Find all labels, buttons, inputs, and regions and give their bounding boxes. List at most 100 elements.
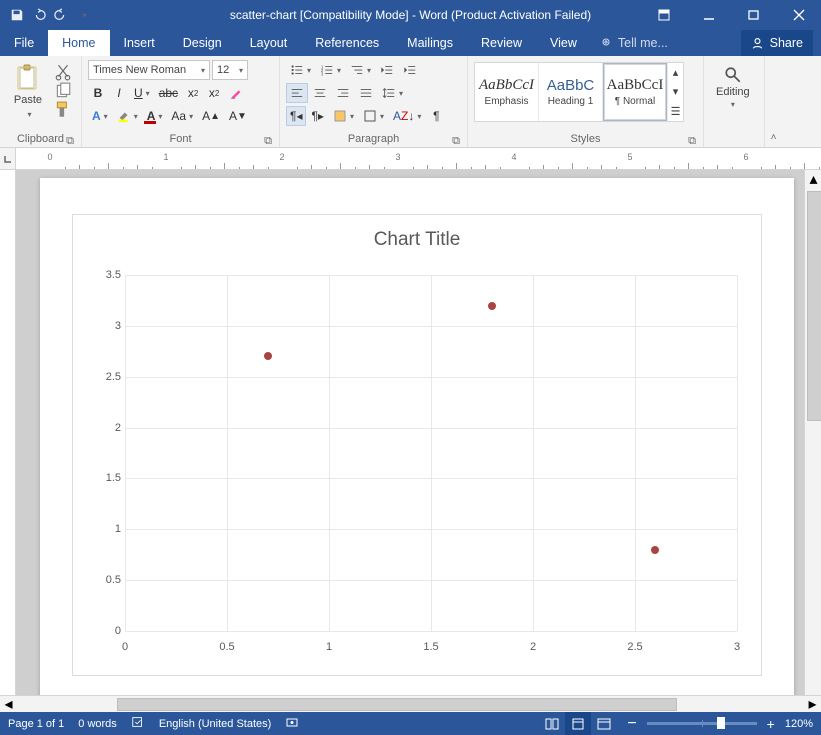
vertical-scroll-thumb[interactable] <box>807 191 821 421</box>
line-spacing-icon[interactable] <box>378 83 407 103</box>
shading-icon[interactable] <box>329 106 358 126</box>
align-right-icon[interactable] <box>332 83 354 103</box>
shrink-font-icon[interactable]: A▼ <box>225 106 251 126</box>
save-icon[interactable] <box>10 8 24 22</box>
gallery-more-icon[interactable]: ☰ <box>668 102 683 121</box>
justify-icon[interactable] <box>355 83 377 103</box>
superscript-button[interactable]: x2 <box>204 83 224 103</box>
web-layout-icon[interactable] <box>591 712 617 735</box>
tab-file[interactable]: File <box>0 30 48 56</box>
qat-customize-icon[interactable] <box>76 8 90 22</box>
font-size-combo[interactable]: 12▾ <box>212 60 248 80</box>
collapse-ribbon-icon[interactable]: ˄ <box>764 56 782 147</box>
paste-dropdown-icon[interactable] <box>24 108 31 120</box>
align-left-icon[interactable] <box>286 83 308 103</box>
chart-plot-area[interactable] <box>125 275 737 631</box>
paste-button[interactable]: Paste <box>6 60 50 120</box>
word-count[interactable]: 0 words <box>78 718 117 730</box>
macro-record-icon[interactable] <box>285 715 299 732</box>
format-painter-icon[interactable] <box>54 102 72 118</box>
show-marks-icon[interactable]: ¶ <box>426 106 446 126</box>
gallery-down-icon[interactable]: ▾ <box>668 82 683 101</box>
tab-insert[interactable]: Insert <box>110 30 169 56</box>
clipboard-launcher-icon[interactable]: ⧉ <box>65 135 75 145</box>
font-launcher-icon[interactable]: ⧉ <box>263 135 273 145</box>
decrease-indent-icon[interactable] <box>376 60 398 80</box>
font-size-value: 12 <box>217 64 229 76</box>
ltr-direction-icon[interactable]: ¶◂ <box>286 106 306 126</box>
document-page[interactable]: Chart Title 00.511.522.533.500.511.522.5… <box>40 178 794 698</box>
read-mode-icon[interactable] <box>539 712 565 735</box>
tab-view[interactable]: View <box>536 30 591 56</box>
increase-indent-icon[interactable] <box>399 60 421 80</box>
tab-design[interactable]: Design <box>169 30 236 56</box>
print-layout-icon[interactable] <box>565 712 591 735</box>
font-color-icon[interactable]: A <box>143 106 167 126</box>
horizontal-scrollbar[interactable]: ◂ ▸ <box>0 695 821 712</box>
bullets-icon[interactable] <box>286 60 315 80</box>
borders-icon[interactable] <box>359 106 388 126</box>
tell-me-search[interactable]: Tell me... <box>601 30 668 56</box>
style-emphasis[interactable]: AaBbCcI Emphasis <box>475 63 539 121</box>
bold-button[interactable]: B <box>88 83 108 103</box>
scatter-point[interactable] <box>651 546 659 554</box>
clear-formatting-icon[interactable] <box>225 83 247 103</box>
multilevel-list-icon[interactable] <box>346 60 375 80</box>
tab-home[interactable]: Home <box>48 30 109 56</box>
ribbon-display-options-icon[interactable] <box>641 0 686 30</box>
tab-selector-icon[interactable] <box>0 148 16 169</box>
sort-icon[interactable]: AZ↓ <box>389 106 425 126</box>
chart-title[interactable]: Chart Title <box>73 215 761 261</box>
chart-object[interactable]: Chart Title 00.511.522.533.500.511.522.5… <box>72 214 762 676</box>
rtl-direction-icon[interactable]: ¶▸ <box>307 106 327 126</box>
vertical-scrollbar[interactable]: ▴ ▾ <box>804 170 821 712</box>
tab-review[interactable]: Review <box>467 30 536 56</box>
style-normal[interactable]: AaBbCcI ¶ Normal <box>603 63 667 121</box>
italic-button[interactable]: I <box>109 83 129 103</box>
style-name: Heading 1 <box>548 96 594 107</box>
zoom-handle[interactable] <box>717 717 725 729</box>
underline-button[interactable]: U <box>130 83 154 103</box>
editing-button[interactable]: Editing ▾ <box>710 60 756 109</box>
change-case-icon[interactable]: Aa <box>167 106 197 126</box>
cut-icon[interactable] <box>54 64 72 80</box>
scroll-right-icon[interactable]: ▸ <box>804 696 821 713</box>
spell-check-icon[interactable] <box>131 715 145 732</box>
zoom-level[interactable]: 120% <box>785 718 813 730</box>
minimize-icon[interactable] <box>686 0 731 30</box>
scroll-left-icon[interactable]: ◂ <box>0 696 17 713</box>
zoom-slider[interactable] <box>647 722 757 725</box>
styles-launcher-icon[interactable]: ⧉ <box>687 135 697 145</box>
close-icon[interactable] <box>776 0 821 30</box>
undo-icon[interactable] <box>32 8 46 22</box>
x-tick-label: 1 <box>326 641 332 653</box>
horizontal-scroll-thumb[interactable] <box>117 698 677 711</box>
paragraph-launcher-icon[interactable]: ⧉ <box>451 135 461 145</box>
tab-mailings[interactable]: Mailings <box>393 30 467 56</box>
align-center-icon[interactable] <box>309 83 331 103</box>
text-effects-icon[interactable]: A <box>88 106 112 126</box>
share-button[interactable]: Share <box>741 30 813 56</box>
style-heading1[interactable]: AaBbC Heading 1 <box>539 63 603 121</box>
copy-icon[interactable] <box>54 83 72 99</box>
vertical-ruler[interactable] <box>0 170 16 712</box>
maximize-icon[interactable] <box>731 0 776 30</box>
grow-font-icon[interactable]: A▲ <box>198 106 224 126</box>
font-name-combo[interactable]: Times New Roman▾ <box>88 60 210 80</box>
horizontal-ruler[interactable]: 0123456 <box>0 148 821 170</box>
strikethrough-button[interactable]: abc <box>155 83 182 103</box>
page-indicator[interactable]: Page 1 of 1 <box>8 718 64 730</box>
group-editing: Editing ▾ <box>704 56 764 147</box>
tab-layout[interactable]: Layout <box>236 30 302 56</box>
numbering-icon[interactable]: 123 <box>316 60 345 80</box>
subscript-button[interactable]: x2 <box>183 83 203 103</box>
redo-icon[interactable] <box>54 8 68 22</box>
tab-references[interactable]: References <box>301 30 393 56</box>
highlight-icon[interactable] <box>113 106 142 126</box>
scroll-up-icon[interactable]: ▴ <box>805 170 821 187</box>
group-font: Times New Roman▾ 12▾ B I U abc x2 x2 A A… <box>82 56 280 147</box>
language-indicator[interactable]: English (United States) <box>159 718 272 730</box>
scatter-point[interactable] <box>264 352 272 360</box>
scatter-point[interactable] <box>488 302 496 310</box>
gallery-up-icon[interactable]: ▴ <box>668 63 683 82</box>
